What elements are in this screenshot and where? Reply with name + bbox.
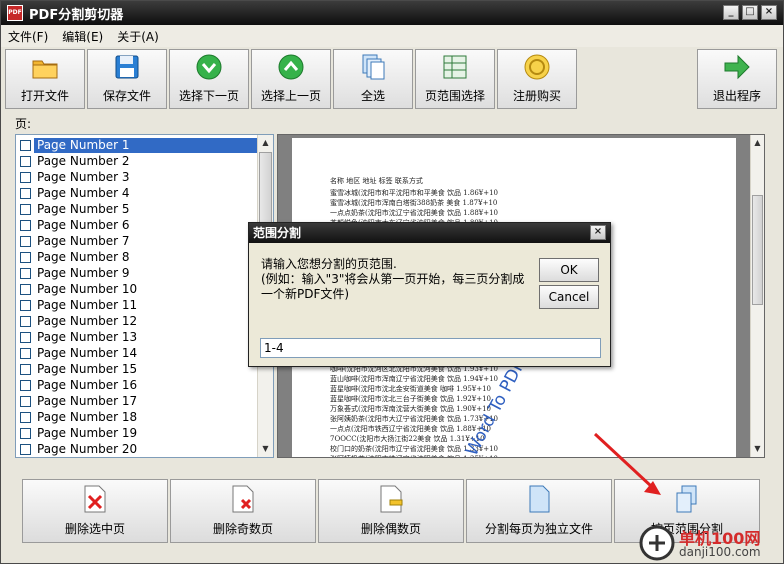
- logo-url: danji100.com: [679, 545, 761, 559]
- dialog-close-button[interactable]: ×: [590, 225, 606, 240]
- site-logo: 单机100网 danji100.com: [637, 523, 783, 563]
- dialog-message-line2: (例如：输入"3"将会从第一页开始，每三页分割成: [261, 272, 525, 286]
- logo-plus-icon: [639, 525, 675, 561]
- app-window: PDF PDF分割剪切器 _ □ × 文件(F) 编辑(E) 关于(A) 打开文…: [0, 0, 784, 564]
- arrow-to-range-button: [593, 432, 661, 495]
- range-split-dialog: 范围分割 × 请输入您想分割的页范围. (例如：输入"3"将会从第一页开始，每三…: [248, 222, 611, 367]
- ok-button[interactable]: OK: [539, 258, 599, 282]
- dialog-title[interactable]: 范围分割: [249, 223, 610, 243]
- range-input[interactable]: 1-4: [260, 338, 601, 358]
- dialog-message-line3: 一个新PDF文件): [261, 287, 350, 301]
- dialog-message: 请输入您想分割的页范围. (例如：输入"3"将会从第一页开始，每三页分割成 一个…: [261, 257, 531, 302]
- dialog-message-line1: 请输入您想分割的页范围.: [261, 257, 397, 271]
- cancel-button[interactable]: Cancel: [539, 285, 599, 309]
